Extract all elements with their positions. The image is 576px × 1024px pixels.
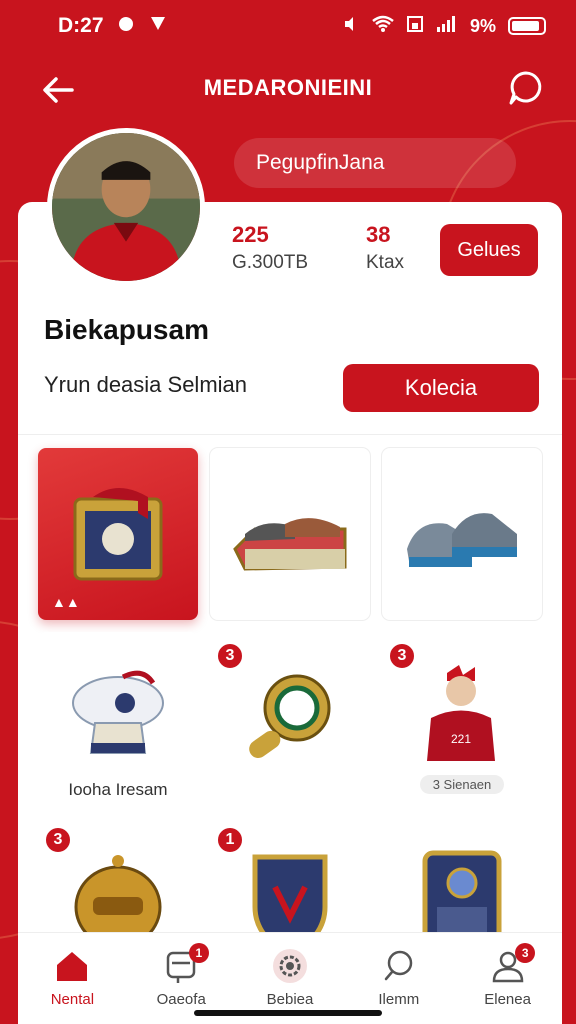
gear-icon	[272, 949, 307, 983]
trophy-bag-icon	[73, 488, 163, 581]
wifi-icon	[372, 15, 394, 38]
grid-item[interactable]: 3	[210, 632, 370, 804]
nav-label: Nental	[50, 991, 95, 1008]
trophy-cup-icon	[72, 670, 164, 754]
grid-item[interactable]	[210, 448, 370, 620]
stat-following[interactable]: 38 Ktax	[366, 222, 404, 274]
stat-value: 38	[366, 222, 391, 247]
medal-ring-icon	[249, 674, 331, 758]
grid-item-caption: Iooha Iresam	[68, 780, 168, 799]
battery-icon	[508, 17, 546, 35]
stat-label: Ktax	[366, 252, 405, 273]
sim-icon	[406, 15, 424, 38]
nav-home[interactable]: Nental	[18, 933, 127, 1024]
mute-icon	[342, 15, 360, 38]
nav-label: Oaeofa	[156, 991, 206, 1008]
notification-icon	[116, 13, 136, 39]
sneakers-icon	[407, 513, 517, 567]
status-bar: D:27 9%	[0, 0, 576, 52]
shoes-box-icon	[233, 518, 347, 571]
stat-value: 225	[232, 222, 269, 247]
nav-label: Elenea	[484, 991, 531, 1008]
search-field[interactable]: PegupfinJana	[234, 138, 516, 188]
back-button[interactable]	[38, 70, 78, 110]
grid-item[interactable]: 3 221 3 Sienaen	[382, 632, 542, 804]
grid-item[interactable]: ▲▲	[38, 448, 198, 620]
battery-text: 9%	[469, 15, 496, 36]
follow-button[interactable]: Gelues	[440, 224, 538, 276]
count-badge: 3	[388, 642, 416, 670]
grid-item[interactable]	[382, 448, 542, 620]
notification-badge: 3	[515, 943, 536, 963]
count-badge: 1	[216, 826, 244, 854]
home-icon	[57, 952, 88, 981]
avatar[interactable]	[47, 128, 205, 286]
count-badge: 3	[44, 826, 72, 854]
nav-profile[interactable]: 3 Elenea	[453, 933, 562, 1024]
divider	[18, 434, 562, 435]
back-arrow-icon	[43, 77, 74, 103]
notification-icon-2	[148, 13, 168, 39]
page-title: MEDARONIEINI	[203, 75, 373, 100]
app-header: MEDARONIEINI	[0, 60, 576, 116]
player-figure-icon: 221	[427, 665, 495, 761]
nav-label: Ilemm	[378, 991, 420, 1008]
count-badge: 3	[216, 642, 244, 670]
profile-card: 225 G.300TB 38 Ktax Gelues Biekapusam Yr…	[18, 202, 562, 962]
profile-name: Biekapusam	[44, 314, 209, 345]
profile-bio: Yrun deasia Selmian	[44, 372, 248, 397]
stat-label: G.300TB	[232, 252, 309, 273]
favorite-icon[interactable]: ▲▲	[52, 594, 80, 610]
home-indicator[interactable]	[194, 1010, 382, 1016]
chat-button[interactable]	[506, 68, 546, 108]
grid-item[interactable]: Iooha Iresam	[38, 632, 198, 804]
status-time: D:27	[58, 14, 104, 37]
collection-button[interactable]: Kolecia	[343, 364, 539, 412]
chat-bubble-icon	[509, 71, 542, 105]
player-photo	[52, 133, 200, 281]
notification-badge: 1	[188, 943, 209, 963]
item-grid: ▲▲ Iooha Iresam 3 3 221 3 Sienaen 3 1	[38, 448, 542, 962]
stat-followers[interactable]: 225 G.300TB	[232, 222, 308, 274]
search-icon	[384, 950, 413, 981]
signal-icon	[436, 15, 458, 38]
nav-label: Bebiea	[266, 991, 314, 1008]
grid-item-caption: 3 Sienaen	[420, 775, 504, 794]
svg-text:221: 221	[451, 732, 471, 746]
